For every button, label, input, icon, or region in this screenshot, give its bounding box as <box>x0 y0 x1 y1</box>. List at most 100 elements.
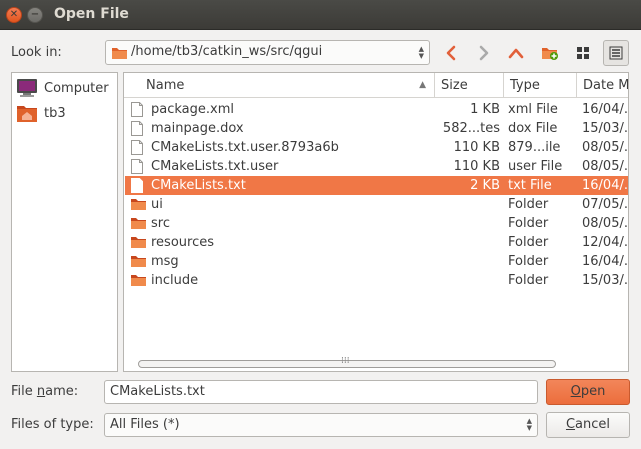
table-row[interactable]: resources Folder 12/04/... <box>125 233 628 252</box>
file-date-cell: 08/05/... <box>582 216 628 231</box>
file-name-cell: resources <box>151 235 215 250</box>
file-size-cell <box>425 214 500 233</box>
folder-icon <box>130 235 146 250</box>
file-name-cell: include <box>151 273 199 288</box>
file-type-cell: dox File <box>508 121 558 136</box>
file-date-cell: 16/04/... <box>582 102 628 117</box>
table-row[interactable]: msg Folder 16/04/... <box>125 252 628 271</box>
places-sidebar: Computer tb3 <box>11 72 118 372</box>
file-icon <box>130 140 146 155</box>
file-size-cell <box>425 271 500 290</box>
file-size-cell <box>425 233 500 252</box>
file-size-cell <box>425 252 500 271</box>
grip-icon: ⁞⁞⁞ <box>341 356 350 366</box>
forward-arrow-icon <box>479 45 489 61</box>
file-type-cell: Folder <box>508 254 549 269</box>
file-size-cell: 110 KB <box>453 159 500 174</box>
files-of-type-label: Files of type: <box>11 417 94 432</box>
file-icon <box>130 178 146 193</box>
look-in-path: /home/tb3/catkin_ws/src/qgui <box>131 44 323 59</box>
icon-view-icon <box>577 47 589 59</box>
table-row[interactable]: src Folder 08/05/... <box>125 214 628 233</box>
file-date-cell: 12/04/... <box>582 235 628 250</box>
close-icon: ✕ <box>9 9 19 20</box>
file-date-cell: 16/04/... <box>582 178 628 193</box>
detail-view-icon <box>609 46 623 60</box>
back-button[interactable] <box>438 40 464 66</box>
file-type-cell: Folder <box>508 235 549 250</box>
file-type-cell: Folder <box>508 197 549 212</box>
file-type-cell: txt File <box>508 178 552 193</box>
folder-icon <box>112 48 127 59</box>
file-list-header: Name ▲ Size Type Date M <box>124 73 628 98</box>
table-row[interactable]: CMakeLists.txt.user 110 KB user File 08/05/… <box>125 157 628 176</box>
file-name-cell: ui <box>151 197 163 212</box>
file-list: Name ▲ Size Type Date M package.xml 1 KB x… <box>123 72 629 372</box>
parent-directory-icon <box>508 48 524 59</box>
cancel-button[interactable]: Cancel <box>546 412 630 438</box>
look-in-combo[interactable]: /home/tb3/catkin_ws/src/qgui ▲ ▼ <box>105 40 430 65</box>
icon-view-button[interactable] <box>570 40 596 66</box>
table-row[interactable]: mainpage.dox 582...tes dox File 15/03/... <box>125 119 628 138</box>
minimize-icon: − <box>30 9 40 20</box>
look-in-label: Look in: <box>11 45 62 60</box>
file-name-cell: mainpage.dox <box>151 121 244 136</box>
file-size-cell: 110 KB <box>453 140 500 155</box>
parent-directory-button[interactable] <box>503 40 529 66</box>
back-arrow-icon <box>446 45 456 61</box>
file-size-cell: 582...tes <box>442 121 500 136</box>
computer-icon <box>17 79 37 97</box>
file-icon <box>130 159 146 174</box>
combo-arrows-icon: ▲ ▼ <box>526 417 532 432</box>
column-header-name[interactable]: Name ▲ <box>140 73 435 98</box>
sidebar-item-computer[interactable]: Computer <box>16 77 116 99</box>
table-row[interactable]: package.xml 1 KB xml File 16/04/... <box>125 100 628 119</box>
folder-icon <box>130 273 146 288</box>
forward-button[interactable] <box>471 40 497 66</box>
file-name-cell: msg <box>151 254 179 269</box>
horizontal-scrollbar[interactable]: ⁞⁞⁞ <box>125 356 628 371</box>
file-name-cell: CMakeLists.txt.user <box>151 159 279 174</box>
table-row[interactable]: CMakeLists.txt 2 KB txt File 16/04/... <box>125 176 628 195</box>
scrollbar-thumb[interactable]: ⁞⁞⁞ <box>138 356 556 368</box>
file-name-cell: src <box>151 216 170 231</box>
file-name-input[interactable]: CMakeLists.txt <box>104 380 538 404</box>
file-size-cell <box>425 195 500 214</box>
close-window-button[interactable]: ✕ <box>6 7 22 23</box>
open-button[interactable]: Open <box>546 379 630 405</box>
file-date-cell: 07/05/... <box>582 197 628 212</box>
file-name-cell: CMakeLists.txt <box>151 178 246 193</box>
sidebar-item-label: Computer <box>44 80 109 96</box>
home-folder-icon <box>17 106 37 122</box>
files-of-type-combo[interactable]: All Files (*) ▲ ▼ <box>104 413 538 437</box>
file-type-cell: user File <box>508 159 563 174</box>
file-type-cell: Folder <box>508 273 549 288</box>
combo-arrows-icon: ▲ ▼ <box>418 44 424 60</box>
file-name-cell: package.xml <box>151 102 234 117</box>
file-date-cell: 15/03/... <box>582 121 628 136</box>
file-size-cell: 2 KB <box>470 178 500 193</box>
column-header-size[interactable]: Size <box>435 73 504 98</box>
column-header-date[interactable]: Date M <box>577 73 628 98</box>
column-header-type[interactable]: Type <box>504 73 577 98</box>
window-title: Open File <box>54 6 129 22</box>
table-row[interactable]: ui Folder 07/05/... <box>125 195 628 214</box>
sort-ascending-icon: ▲ <box>419 80 426 90</box>
sidebar-item-tb3[interactable]: tb3 <box>16 102 116 124</box>
folder-icon <box>130 216 146 231</box>
file-date-cell: 16/04/... <box>582 254 628 269</box>
file-date-cell: 08/05/... <box>582 140 628 155</box>
file-type-cell: 879...ile <box>508 140 561 155</box>
table-row[interactable]: CMakeLists.txt.user.8793a6b 110 KB 879...i… <box>125 138 628 157</box>
file-type-cell: xml File <box>508 102 558 117</box>
file-icon <box>130 102 146 117</box>
title-bar: ✕ − Open File <box>0 0 641 30</box>
new-folder-button[interactable] <box>537 40 563 66</box>
minimize-window-button[interactable]: − <box>27 7 43 23</box>
file-type-cell: Folder <box>508 216 549 231</box>
detail-view-button[interactable] <box>603 40 629 66</box>
file-date-cell: 08/05/... <box>582 159 628 174</box>
folder-icon <box>130 197 146 212</box>
table-row[interactable]: include Folder 15/03/... <box>125 271 628 290</box>
file-name-label: File name: <box>11 384 79 399</box>
